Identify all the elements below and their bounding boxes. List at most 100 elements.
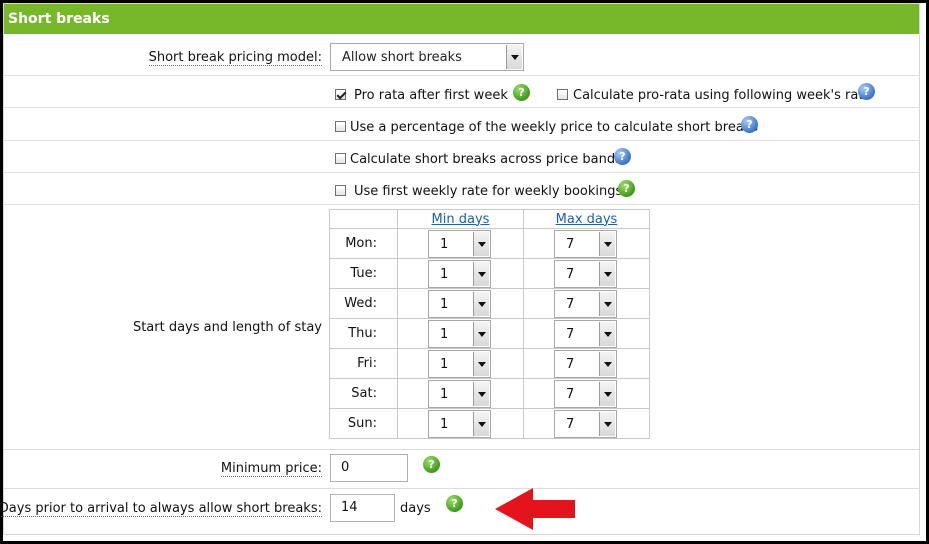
day-label: Thu: (329, 318, 398, 349)
max-days-value: 7 (566, 386, 575, 402)
table-header-day (329, 209, 398, 229)
chevron-down-icon (599, 231, 615, 256)
row-divider (4, 107, 919, 108)
chevron-down-icon (473, 411, 489, 436)
min-days-value: 1 (440, 236, 449, 252)
min-days-header: Min days (397, 209, 524, 229)
row-divider (4, 204, 919, 205)
min-days-link[interactable]: Min days (432, 212, 490, 227)
chevron-down-icon (599, 351, 615, 376)
pro-rata-following-checkbox[interactable] (557, 89, 568, 100)
percentage-label: Use a percentage of the weekly price to … (350, 120, 759, 135)
first-weekly-label: Use first weekly rate for weekly booking… (354, 184, 623, 199)
pro-rata-label: Pro rata after first week (354, 88, 508, 103)
table-row: Tue: 1 7 (329, 258, 650, 289)
table-row: Mon: 1 7 (329, 228, 650, 259)
max-days-value: 7 (566, 416, 575, 432)
min-days-cell: 1 (397, 408, 524, 439)
pricing-model-label: Short break pricing model: (148, 50, 322, 66)
min-days-select[interactable]: 1 (428, 379, 491, 408)
min-days-value: 1 (440, 416, 449, 432)
table-header-row: Min days Max days (329, 209, 650, 229)
help-icon[interactable]: ? (741, 116, 758, 133)
max-days-cell: 7 (523, 378, 650, 409)
chevron-down-icon (599, 321, 615, 346)
min-days-cell: 1 (397, 258, 524, 289)
max-days-value: 7 (566, 356, 575, 372)
max-days-value: 7 (566, 296, 575, 312)
chevron-down-icon (506, 45, 522, 69)
min-days-select[interactable]: 1 (428, 289, 491, 318)
help-icon[interactable]: ? (858, 83, 875, 100)
day-label: Mon: (329, 228, 398, 259)
days-prior-input[interactable]: 14 (330, 494, 395, 522)
pricing-model-value: Allow short breaks (342, 50, 462, 65)
pro-rata-following-label: Calculate pro-rata using following week'… (573, 88, 872, 103)
min-days-value: 1 (440, 266, 449, 282)
max-days-link[interactable]: Max days (556, 212, 618, 227)
min-days-value: 1 (440, 326, 449, 342)
pro-rata-checkbox[interactable] (335, 89, 346, 100)
day-label: Wed: (329, 288, 398, 319)
chevron-down-icon (599, 381, 615, 406)
min-days-select[interactable]: 1 (428, 409, 491, 438)
chevron-down-icon (599, 261, 615, 286)
min-days-select[interactable]: 1 (428, 349, 491, 378)
table-row: Sun: 1 7 (329, 408, 650, 439)
day-label: Sat: (329, 378, 398, 409)
day-label: Fri: (329, 348, 398, 379)
min-days-cell: 1 (397, 378, 524, 409)
min-days-select[interactable]: 1 (428, 229, 491, 258)
max-days-select[interactable]: 7 (554, 349, 617, 378)
row-divider (4, 75, 919, 76)
max-days-select[interactable]: 7 (554, 229, 617, 258)
min-days-cell: 1 (397, 318, 524, 349)
help-icon[interactable]: ? (446, 495, 463, 512)
min-days-select[interactable]: 1 (428, 259, 491, 288)
max-days-cell: 7 (523, 318, 650, 349)
min-days-select[interactable]: 1 (428, 319, 491, 348)
max-days-header: Max days (523, 209, 650, 229)
chevron-down-icon (473, 231, 489, 256)
help-icon[interactable]: ? (513, 84, 530, 101)
table-row: Fri: 1 7 (329, 348, 650, 379)
section-header: Short breaks (4, 4, 919, 34)
chevron-down-icon (473, 351, 489, 376)
help-icon[interactable]: ? (423, 456, 440, 473)
red-arrow-icon (495, 488, 575, 530)
min-days-value: 1 (440, 356, 449, 372)
max-days-cell: 7 (523, 408, 650, 439)
max-days-select[interactable]: 7 (554, 379, 617, 408)
across-bands-checkbox[interactable] (335, 153, 346, 164)
min-days-value: 1 (440, 296, 449, 312)
row-divider (4, 172, 919, 173)
help-icon[interactable]: ? (618, 180, 635, 197)
minimum-price-input[interactable]: 0 (330, 454, 408, 482)
max-days-cell: 7 (523, 228, 650, 259)
day-label: Sun: (329, 408, 398, 439)
max-days-cell: 7 (523, 258, 650, 289)
chevron-down-icon (473, 321, 489, 346)
chevron-down-icon (473, 381, 489, 406)
first-weekly-checkbox[interactable] (335, 185, 346, 196)
chevron-down-icon (599, 411, 615, 436)
days-prior-label: Days prior to arrival to always allow sh… (0, 501, 322, 517)
max-days-select[interactable]: 7 (554, 289, 617, 318)
chevron-down-icon (473, 291, 489, 316)
percentage-checkbox[interactable] (335, 121, 346, 132)
chevron-down-icon (599, 291, 615, 316)
max-days-value: 7 (566, 326, 575, 342)
row-divider (4, 140, 919, 141)
day-label: Tue: (329, 258, 398, 289)
max-days-select[interactable]: 7 (554, 319, 617, 348)
pricing-model-select[interactable]: Allow short breaks (330, 43, 524, 71)
min-days-value: 1 (440, 386, 449, 402)
max-days-select[interactable]: 7 (554, 259, 617, 288)
help-icon[interactable]: ? (614, 148, 631, 165)
max-days-cell: 7 (523, 288, 650, 319)
max-days-select[interactable]: 7 (554, 409, 617, 438)
days-unit-label: days (400, 501, 431, 516)
min-days-cell: 1 (397, 288, 524, 319)
max-days-cell: 7 (523, 348, 650, 379)
max-days-value: 7 (566, 266, 575, 282)
